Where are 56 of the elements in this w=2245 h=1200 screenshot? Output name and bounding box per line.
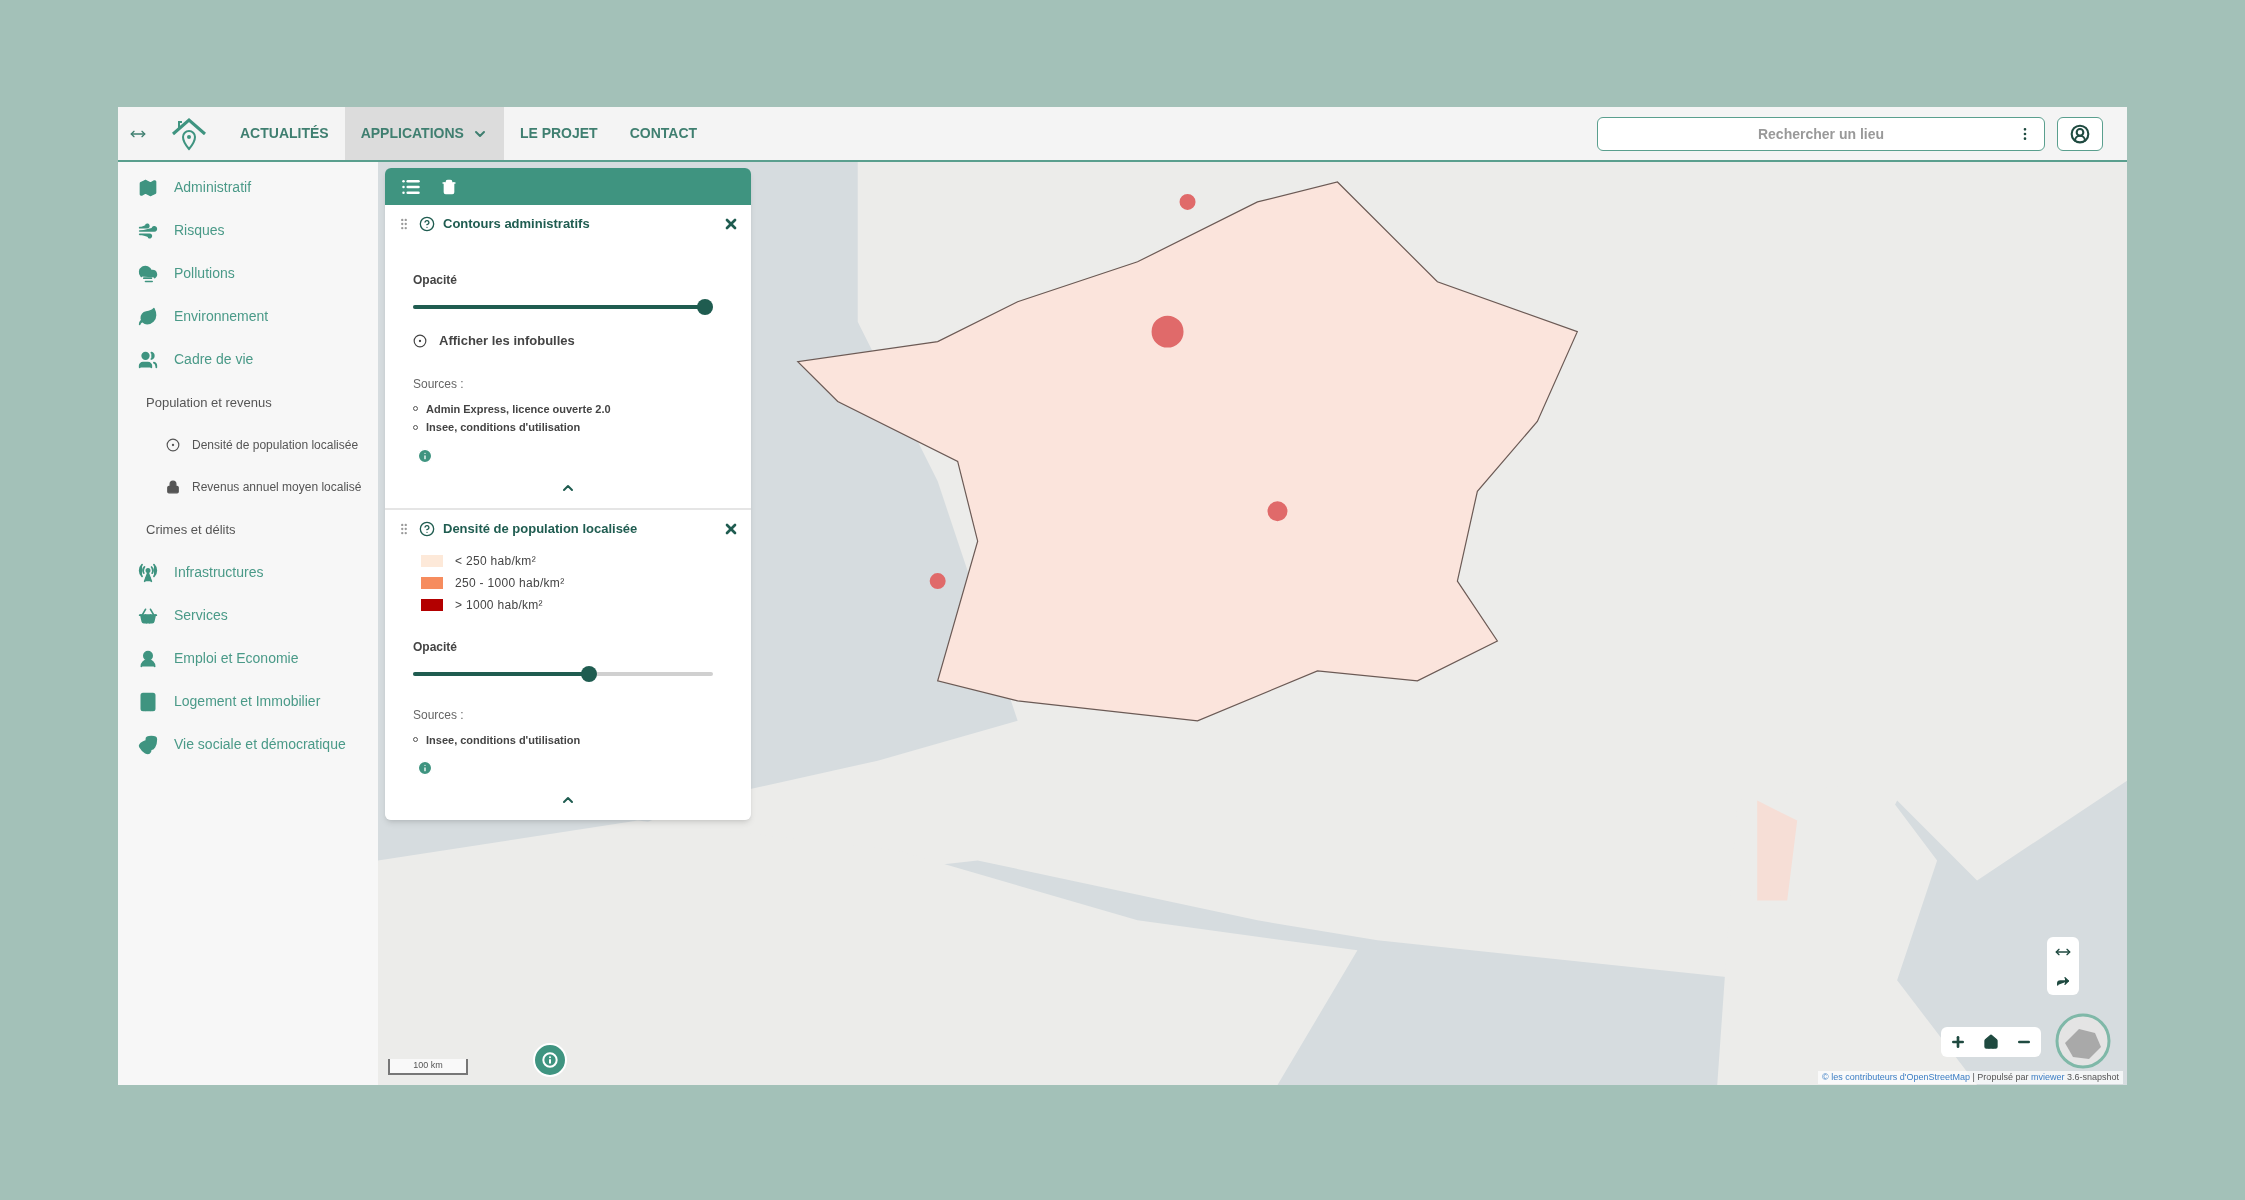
legend-label: 250 - 1000 hab/km²	[455, 574, 565, 592]
category-link[interactable]: Vie sociale et démocratique	[174, 734, 346, 755]
source-link[interactable]: Insee, conditions d'utilisation	[426, 731, 581, 748]
layer-title: Densité de population localisée	[443, 519, 638, 538]
opacity-slider[interactable]	[413, 299, 713, 315]
category-link[interactable]: Emploi et Economie	[174, 648, 299, 669]
category-link[interactable]: Logement et Immobilier	[174, 691, 321, 712]
category-icon	[138, 306, 158, 327]
zoom-in-icon[interactable]	[1949, 1034, 1966, 1050]
sources-label: Sources :	[413, 706, 465, 724]
help-icon[interactable]	[419, 520, 435, 537]
category-icon	[138, 648, 158, 669]
category-icon	[138, 734, 158, 755]
source-link[interactable]: Insee, conditions d'utilisation	[426, 419, 581, 436]
category-icon	[138, 605, 158, 626]
legend-label: > 1000 hab/km²	[455, 596, 543, 614]
layer-link[interactable]: Revenus annuel moyen localisé	[192, 478, 362, 496]
nav-link[interactable]: APPLICATIONS	[344, 107, 504, 160]
close-icon[interactable]	[723, 216, 739, 232]
category-icon	[138, 177, 158, 198]
category-icon	[138, 349, 158, 370]
user-icon	[2070, 123, 2090, 144]
info-icon	[542, 1052, 558, 1068]
category-link[interactable]: Environnement	[174, 306, 269, 327]
opacity-slider[interactable]	[413, 665, 713, 682]
category-link[interactable]: Pollutions	[174, 263, 235, 284]
legend-label: < 250 hab/km²	[455, 552, 536, 570]
category-link[interactable]: Risques	[174, 220, 225, 241]
search-field[interactable]: Rechercher un lieu	[1597, 116, 2045, 151]
category-link[interactable]: Cadre de vie	[174, 349, 254, 370]
category-link[interactable]: Administratif	[174, 177, 252, 198]
category-link[interactable]: Infrastructures	[174, 562, 264, 583]
category-link[interactable]: Services	[174, 605, 228, 626]
opacity-label: Opacité	[413, 273, 457, 287]
house-pin-logo[interactable]	[170, 115, 208, 152]
category-icon	[138, 691, 158, 712]
radio-checked-icon[interactable]	[413, 333, 427, 348]
user-button[interactable]	[2057, 116, 2103, 151]
scale-bar: 100 km	[388, 1059, 468, 1075]
info-icon[interactable]	[417, 447, 433, 464]
layer-title: Contours administratifs	[443, 215, 590, 234]
category-icon	[138, 562, 158, 583]
source-link[interactable]: Admin Express, licence ouverte 2.0	[426, 400, 611, 417]
osm-link[interactable]: © les contributeurs d'OpenStreetMap	[1822, 1071, 1970, 1082]
trash-icon[interactable]	[441, 178, 457, 195]
group-link[interactable]: Population et revenus	[146, 392, 272, 413]
option-label: Afficher les infobulles	[439, 332, 575, 350]
mviewer-link[interactable]: mviewer	[2030, 1071, 2065, 1082]
layer-link[interactable]: Densité de population localisée	[192, 436, 359, 454]
group-link[interactable]: Crimes et délits	[146, 519, 236, 540]
info-icon[interactable]	[417, 760, 433, 776]
opacity-label: Opacité	[413, 639, 457, 654]
category-icon	[138, 263, 158, 284]
help-icon[interactable]	[419, 216, 435, 232]
home-icon[interactable]	[1983, 1034, 1999, 1050]
sources-label: Sources :	[413, 375, 465, 393]
